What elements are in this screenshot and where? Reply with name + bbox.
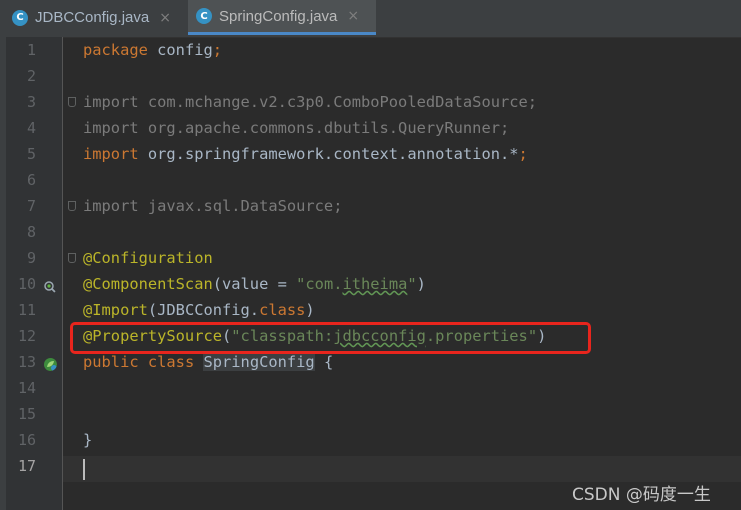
close-icon[interactable]: × — [347, 8, 359, 24]
line-number: 8 — [26, 223, 36, 241]
code-line-1: package config; — [83, 41, 223, 59]
class-c-icon: C — [196, 8, 212, 24]
line-number: 4 — [26, 119, 36, 137]
line-number: 1 — [26, 41, 36, 59]
highlight-annotation-box — [70, 322, 591, 354]
line-number: 7 — [26, 197, 36, 215]
line-number: 10 — [17, 275, 36, 293]
spring-bean-icon[interactable] — [43, 357, 57, 371]
code-line-11: @Import(JDBCConfig.class) — [83, 301, 315, 319]
text-caret — [83, 459, 85, 480]
line-number: 5 — [26, 145, 36, 163]
code-line-4: import org.apache.commons.dbutils.QueryR… — [83, 119, 510, 137]
line-number: 16 — [17, 431, 36, 449]
line-number-gutter: 1 2 3 4 5 6 7 8 9 10 11 12 13 14 15 16 1… — [6, 37, 62, 510]
line-number: 11 — [17, 301, 36, 319]
current-line-highlight — [63, 456, 741, 482]
close-icon[interactable]: × — [159, 10, 171, 26]
code-editor[interactable]: package config; import com.mchange.v2.c3… — [63, 37, 741, 510]
class-c-icon: C — [12, 9, 28, 26]
line-number: 2 — [26, 67, 36, 85]
code-line-16: } — [83, 431, 93, 449]
line-number: 12 — [17, 327, 36, 345]
watermark: CSDN @码度一生 — [572, 485, 711, 505]
tab-label: SpringConfig.java — [219, 7, 338, 25]
code-line-10: @ComponentScan(value = "com.itheima") — [83, 275, 426, 293]
code-line-5: import org.springframework.context.annot… — [83, 145, 528, 163]
line-number: 14 — [17, 379, 36, 397]
line-number: 15 — [17, 405, 36, 423]
code-line-7: import javax.sql.DataSource; — [83, 197, 343, 215]
editor-tab-bar: C JDBCConfig.java × C SpringConfig.java … — [0, 0, 741, 38]
line-number: 13 — [17, 353, 36, 371]
find-usages-icon[interactable] — [43, 280, 57, 294]
code-line-3: import com.mchange.v2.c3p0.ComboPooledDa… — [83, 93, 538, 111]
line-number: 3 — [26, 93, 36, 111]
tab-label: JDBCConfig.java — [35, 9, 150, 26]
line-number: 17 — [17, 457, 36, 475]
tab-springconfig[interactable]: C SpringConfig.java × — [188, 0, 376, 35]
line-number: 6 — [26, 171, 36, 189]
line-number: 9 — [26, 249, 36, 267]
tab-jdbcconfig[interactable]: C JDBCConfig.java × — [12, 0, 180, 35]
code-line-9: @Configuration — [83, 249, 213, 267]
